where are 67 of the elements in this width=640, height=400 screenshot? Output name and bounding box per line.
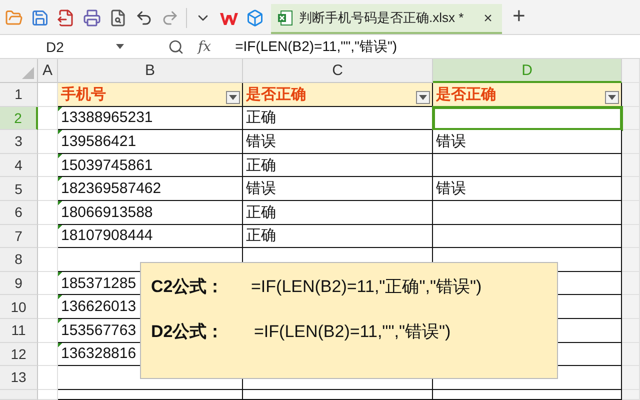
table-cell: 错误: [243, 130, 433, 154]
filter-caret-icon: [229, 94, 237, 100]
table-cell: 正确: [243, 224, 433, 248]
note-label: C2公式：: [151, 276, 225, 298]
row-header[interactable]: 1: [0, 83, 38, 107]
table-cell: [38, 106, 58, 130]
table-cell: 182369587462: [58, 177, 243, 201]
table-cell: [38, 318, 58, 343]
table-cell: 正确: [243, 200, 433, 225]
table-cell: [38, 200, 58, 225]
header-cell: 是否正确: [433, 83, 622, 107]
table-cell: 18107908444: [58, 224, 243, 248]
table-cell: [38, 342, 58, 366]
filter-button[interactable]: [605, 90, 619, 104]
header-cell: 是否正确: [243, 83, 433, 107]
new-tab-button[interactable]: +: [512, 3, 526, 29]
filter-caret-icon: [419, 94, 427, 100]
triangle-icon: [22, 67, 34, 79]
filter-caret-icon: [608, 94, 616, 100]
row-header[interactable]: 11: [0, 318, 38, 343]
table-cell: 正确: [243, 106, 433, 130]
row-header[interactable]: 9: [0, 272, 38, 296]
row-header[interactable]: 12: [0, 342, 38, 366]
note-formula: =IF(LEN(B2)=11,"正确","错误"): [251, 276, 482, 298]
row-header[interactable]: 8: [0, 248, 38, 272]
name-box[interactable]: D2: [0, 36, 128, 58]
column-header[interactable]: B: [58, 59, 243, 83]
header-cell: 手机号: [58, 83, 243, 107]
table-cell: [38, 224, 58, 248]
row-header[interactable]: 6: [0, 200, 38, 225]
table-cell: [38, 177, 58, 201]
table-cell: 正确: [243, 154, 433, 178]
table-cell: [38, 83, 58, 107]
table-cell: [38, 295, 58, 319]
table-cell: 错误: [433, 177, 622, 201]
row-header[interactable]: 3: [0, 130, 38, 154]
table-cell: [38, 130, 58, 154]
table-cell: [38, 390, 58, 400]
table-cell: [38, 366, 58, 390]
column-header[interactable]: A: [38, 59, 58, 83]
table-cell: 错误: [433, 130, 622, 154]
table-cell: [38, 272, 58, 296]
row-header[interactable]: 10: [0, 295, 38, 319]
row-header[interactable]: 4: [0, 154, 38, 178]
column-header[interactable]: C: [243, 59, 433, 83]
search-icon[interactable]: [168, 38, 184, 54]
filter-button[interactable]: [226, 90, 240, 104]
note-formula: =IF(LEN(B2)=11,"","错误"): [254, 321, 451, 343]
table-cell: 139586421: [58, 130, 243, 154]
table-cell: 13388965231: [58, 106, 243, 130]
table-cell: [38, 154, 58, 178]
row-header[interactable]: 13: [0, 366, 38, 390]
document-tab[interactable]: 判断手机号码是否正确.xlsx * ×: [271, 4, 502, 34]
table-cell: 18066913588: [58, 200, 243, 225]
row-header[interactable]: 5: [0, 177, 38, 201]
formula-field[interactable]: =IF(LEN(B2)=11,"","错误"): [229, 38, 398, 56]
note-label: D2公式：: [151, 321, 225, 343]
document-title: 判断手机号码是否正确.xlsx *: [299, 9, 464, 27]
table-cell: [38, 248, 58, 272]
row-header[interactable]: 7: [0, 224, 38, 248]
filter-button[interactable]: [416, 90, 430, 104]
filter-caret-icon: [116, 44, 124, 49]
function-button[interactable]: fx: [198, 38, 212, 54]
spreadsheet-file-icon: [277, 10, 293, 26]
table-cell: 错误: [243, 177, 433, 201]
table-cell: 15039745861: [58, 154, 243, 178]
close-tab-button[interactable]: ×: [484, 10, 492, 26]
